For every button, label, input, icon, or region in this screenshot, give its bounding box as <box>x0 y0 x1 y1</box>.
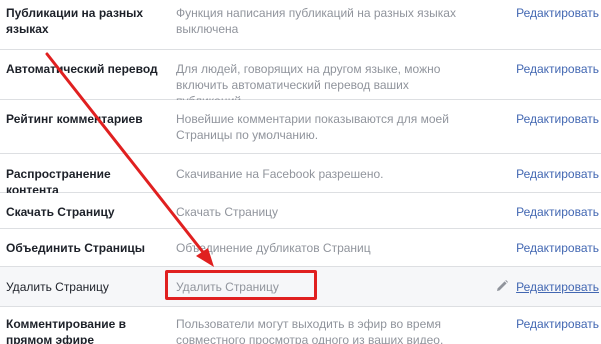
setting-description: Пользователи могут выходить в эфир во вр… <box>176 317 444 344</box>
edit-link[interactable]: Редактировать <box>516 240 599 256</box>
settings-row-merge-pages: Объединить Страницы Объединение дубликат… <box>0 229 601 267</box>
edit-link[interactable]: Редактировать <box>516 5 599 21</box>
edit-link[interactable]: Редактировать <box>516 111 599 127</box>
edit-link[interactable]: Редактировать <box>516 279 599 295</box>
setting-description: Объединение дубликатов Страниц <box>176 241 371 255</box>
setting-label: Удалить Страницу <box>6 280 109 294</box>
pencil-icon[interactable] <box>495 279 509 293</box>
settings-row-auto-translation: Автоматический перевод Для людей, говоря… <box>0 50 601 108</box>
setting-description: Скачивание на Facebook разрешено. <box>176 167 384 181</box>
edit-link[interactable]: Редактировать <box>516 316 599 332</box>
settings-row-multilingual-posts: Публикации на разных языках Функция напи… <box>0 0 601 50</box>
setting-label: Объединить Страницы <box>6 241 146 255</box>
settings-row-comment-ranking: Рейтинг комментариев Новейшие комментари… <box>0 100 601 154</box>
setting-label: Скачать Страницу <box>6 205 115 219</box>
setting-label: Публикации на разных языках <box>6 6 144 36</box>
edit-link[interactable]: Редактировать <box>516 166 599 182</box>
setting-description: Удалить Страницу <box>176 280 279 294</box>
setting-label: Автоматический перевод <box>6 62 158 76</box>
settings-row-content-distribution: Распространение контента Скачивание на F… <box>0 154 601 197</box>
page-settings-list: Публикации на разных языках Функция напи… <box>0 0 601 344</box>
edit-link[interactable]: Редактировать <box>516 204 599 220</box>
settings-row-download-page: Скачать Страницу Скачать Страницу Редакт… <box>0 193 601 229</box>
settings-row-live-commentary: Комментирование в прямом эфире Пользоват… <box>0 307 601 344</box>
settings-row-remove-page[interactable]: Удалить Страницу Удалить Страницу Редакт… <box>0 267 601 307</box>
setting-label: Комментирование в прямом эфире <box>6 317 126 344</box>
setting-description: Скачать Страницу <box>176 205 279 219</box>
setting-description: Функция написания публикаций на разных я… <box>176 6 456 36</box>
setting-label: Рейтинг комментариев <box>6 112 143 126</box>
edit-link[interactable]: Редактировать <box>516 61 599 77</box>
setting-description: Новейшие комментарии показываются для мо… <box>176 112 449 142</box>
